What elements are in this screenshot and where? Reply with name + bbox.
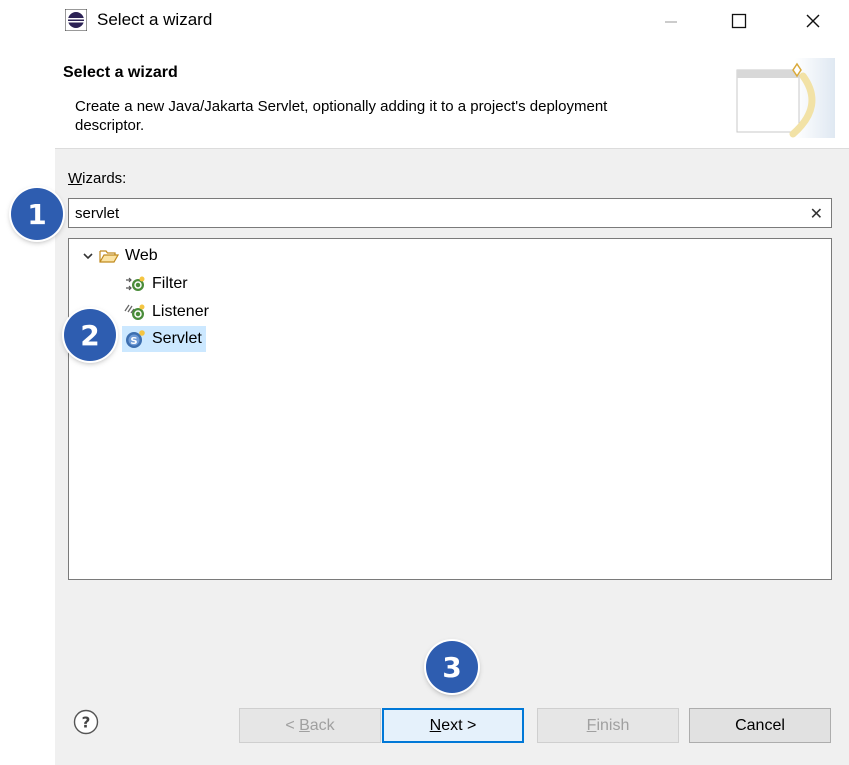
callout-badge-1: 1 — [11, 188, 63, 240]
finish-button[interactable]: Finish — [537, 708, 679, 743]
wizard-content: Wizards: ✕ Web Filter — [55, 149, 849, 675]
next-button-label: ext > — [441, 716, 477, 734]
chevron-down-icon[interactable] — [81, 249, 95, 263]
cancel-button[interactable]: Cancel — [689, 708, 831, 743]
back-button-prefix: < — [285, 716, 300, 734]
callout-badge-3: 3 — [426, 641, 478, 693]
tree-item-filter[interactable]: Filter — [124, 271, 188, 297]
title-bar: Select a wizard — [55, 0, 849, 42]
svg-text:S: S — [130, 336, 137, 347]
eclipse-icon — [65, 9, 87, 31]
maximize-icon — [731, 13, 747, 29]
tree-item-servlet[interactable]: S Servlet — [122, 326, 206, 352]
back-button-mnemonic: B — [299, 716, 310, 734]
help-icon[interactable]: ? — [73, 709, 99, 735]
back-button-label: ack — [309, 716, 335, 734]
close-icon — [806, 14, 820, 28]
banner-description: Create a new Java/Jakarta Servlet, optio… — [75, 98, 608, 134]
wizard-banner: Select a wizard Create a new Java/Jakart… — [55, 42, 849, 149]
next-button-mnemonic: N — [429, 716, 442, 734]
finish-button-mnemonic: F — [586, 716, 597, 734]
minimize-icon — [665, 21, 677, 23]
svg-text:?: ? — [82, 714, 91, 732]
background-gutter — [0, 0, 55, 765]
wizards-label-text: izards: — [82, 170, 127, 187]
folder-open-icon — [99, 250, 119, 263]
tree-item-label: Filter — [152, 275, 188, 292]
tree-item-web[interactable]: Web — [81, 243, 158, 269]
listener-icon — [124, 304, 145, 320]
minimize-button[interactable] — [643, 0, 699, 42]
filter-icon — [126, 276, 145, 291]
tree-item-label: Web — [125, 247, 158, 264]
tree-item-label: Servlet — [152, 330, 202, 347]
window-title: Select a wizard — [97, 10, 213, 29]
wizards-label-mnemonic: W — [68, 170, 83, 187]
servlet-icon: S — [126, 330, 145, 348]
wizard-filter-box: ✕ — [68, 198, 832, 228]
finish-button-label: inish — [596, 716, 630, 734]
tree-item-listener[interactable]: Listener — [124, 299, 209, 325]
clear-filter-icon[interactable]: ✕ — [810, 204, 823, 224]
wizard-tree[interactable]: Web Filter Listener S Servlet — [68, 238, 832, 580]
wizards-label: Wizards: — [68, 170, 126, 187]
next-button[interactable]: Next > — [382, 708, 524, 743]
back-button[interactable]: < Back — [239, 708, 381, 743]
wizard-filter-input[interactable] — [69, 199, 811, 227]
banner-title: Select a wizard — [63, 64, 178, 81]
wizard-banner-icon — [736, 58, 835, 138]
tree-item-label: Listener — [152, 303, 209, 320]
maximize-button[interactable] — [711, 0, 767, 42]
close-button[interactable] — [785, 0, 841, 42]
callout-badge-2: 2 — [64, 309, 116, 361]
